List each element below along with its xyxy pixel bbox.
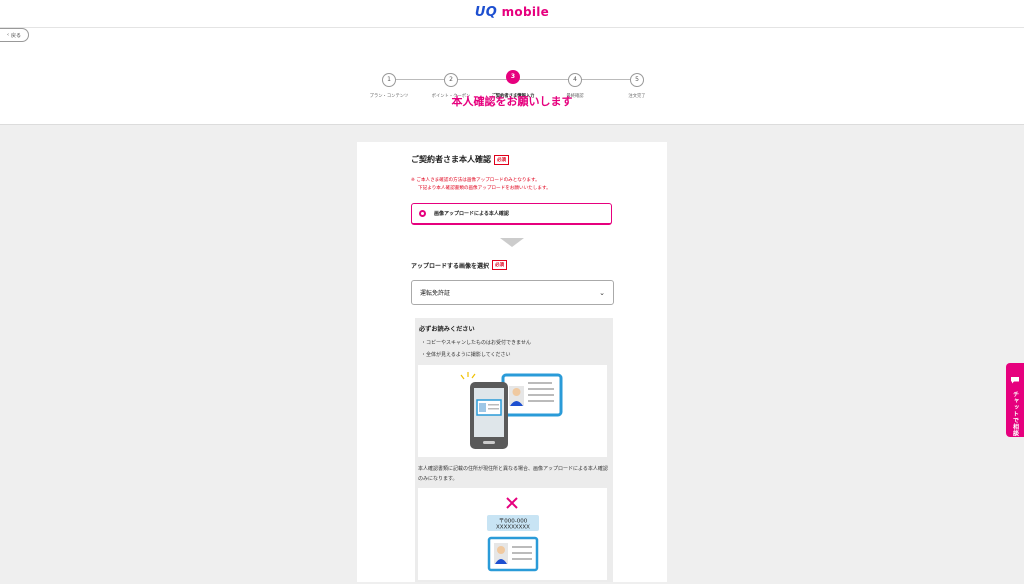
- section-title: ご契約者さま本人確認 必須: [411, 154, 509, 165]
- chat-consult-button[interactable]: チャットで相談: [1006, 363, 1024, 437]
- radio-selected-icon[interactable]: [419, 210, 426, 217]
- info-bullet-1: ・コピーやスキャンしたものはお受付できません: [421, 340, 531, 346]
- chat-label: チャットで相談: [1011, 391, 1019, 437]
- radio-label: 画像アップロードによる本人確認: [434, 211, 509, 217]
- step-connector: [575, 79, 637, 80]
- down-arrow-icon: [500, 238, 524, 247]
- logo-uq-text: UQ: [474, 5, 498, 20]
- document-type-select[interactable]: 運転免許証 ⌄: [411, 280, 614, 305]
- chat-bubble-icon: [1010, 369, 1020, 388]
- page-header: 1 プラン・コンテンツ 2 ポイント・クーポン 3 ご契約者さま情報入力 4 最…: [0, 28, 1024, 125]
- address-line-1: 〒000-000: [499, 518, 528, 525]
- upload-select-title: アップロードする画像を選択 必須: [411, 260, 508, 270]
- step-1-circle: 1: [382, 73, 396, 87]
- step-connector: [513, 79, 575, 80]
- required-badge: 必須: [494, 154, 509, 165]
- page-title: 本人確認をお願いします: [451, 95, 573, 108]
- photo-instruction-illustration: [418, 365, 607, 457]
- phone-id-card-icon: [460, 372, 563, 449]
- address-caption: 本人確認書類に記載の住所が現住所と異なる場合、画像アップロードによる本人確認のみ…: [418, 466, 608, 482]
- address-line-2: XXXXXXXXX: [496, 525, 530, 531]
- step-connector: [451, 79, 513, 80]
- step-4-circle: 4: [568, 73, 582, 87]
- info-bullet-2: ・全体が見えるように撮影してください: [421, 352, 511, 358]
- back-button[interactable]: ‹ 戻る: [0, 28, 29, 42]
- upload-title-text: アップロードする画像を選択: [411, 262, 490, 270]
- logo-mobile-text: mobile: [501, 5, 550, 19]
- required-badge: 必須: [492, 260, 508, 270]
- image-upload-option[interactable]: 画像アップロードによる本人確認: [411, 203, 612, 225]
- uq-mobile-logo[interactable]: UQ mobile: [0, 5, 1024, 20]
- step-3-circle: 3: [506, 70, 520, 84]
- address-mismatch-illustration: 〒000-000 XXXXXXXXX: [418, 488, 607, 580]
- step-connector: [389, 79, 451, 80]
- back-button-label: 戻る: [10, 32, 21, 39]
- select-value: 運転免許証: [420, 290, 451, 297]
- identity-card: ご契約者さま本人確認 必須 ※ ご本人さま確認の方法は画像アップロードのみとなり…: [357, 142, 667, 582]
- step-2-circle: 2: [444, 73, 458, 87]
- chevron-left-icon: ‹: [6, 32, 9, 38]
- address-card-icon: 〒000-000 XXXXXXXXX: [487, 497, 539, 572]
- step-5-circle: 5: [630, 73, 644, 87]
- chevron-down-icon: ⌄: [599, 288, 605, 297]
- notice-line-1: ※ ご本人さま確認の方法は画像アップロードのみとなります。: [411, 178, 540, 183]
- section-title-text: ご契約者さま本人確認: [411, 155, 491, 164]
- info-title: 必ずお読みください: [419, 326, 475, 333]
- read-carefully-panel: 必ずお読みください ・コピーやスキャンしたものはお受付できません ・全体が見える…: [415, 318, 613, 582]
- notice-text: ※ ご本人さま確認の方法は画像アップロードのみとなります。 下記より本人確認書類…: [411, 177, 551, 193]
- top-bar: UQ mobile: [0, 0, 1024, 28]
- notice-line-2: 下記より本人確認書類の画像アップロードをお願いいたします。: [418, 186, 551, 191]
